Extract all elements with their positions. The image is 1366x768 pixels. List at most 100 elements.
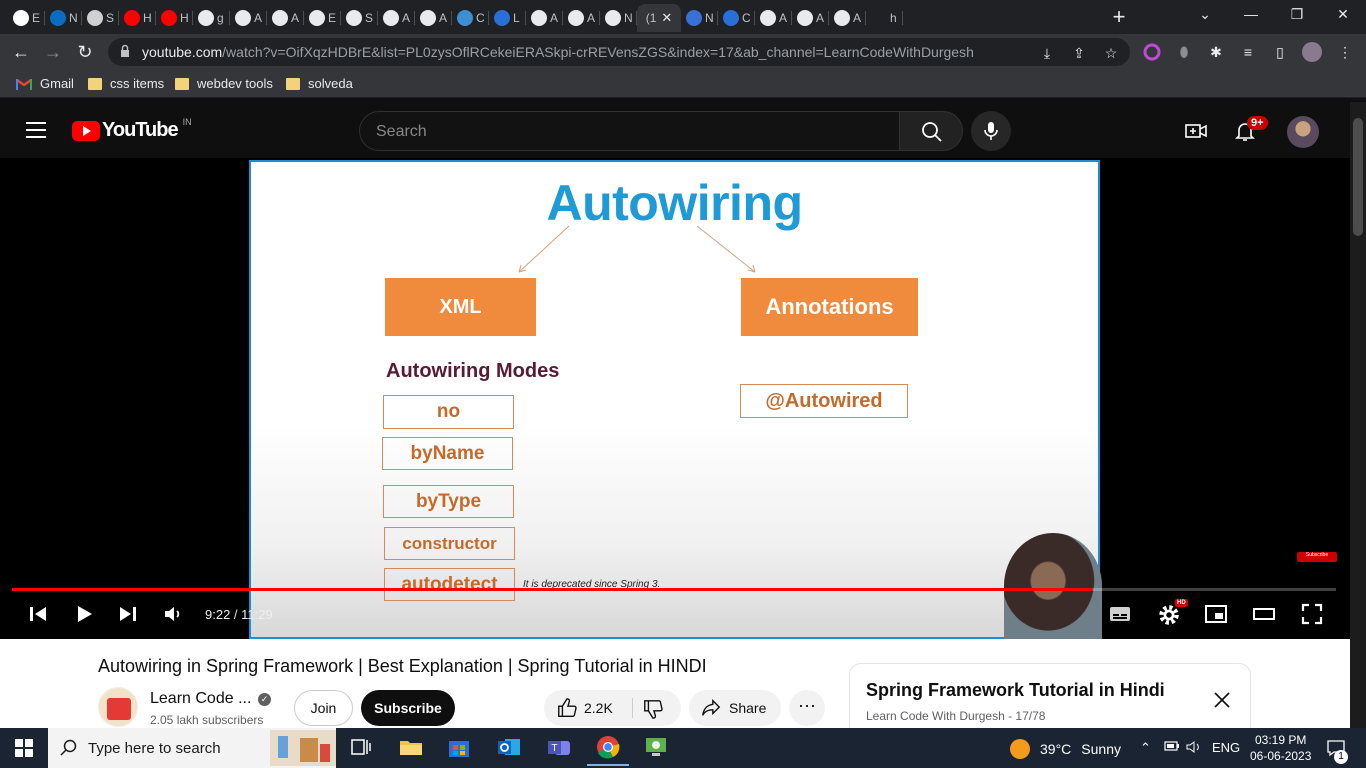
side-panel-icon[interactable]: ▯	[1271, 43, 1289, 61]
play-button[interactable]	[72, 602, 100, 630]
bookmark-webdev-tools[interactable]: webdev tools	[175, 76, 273, 91]
clock[interactable]: 03:19 PM 06-06-2023	[1250, 732, 1311, 764]
channel-avatar[interactable]	[98, 687, 138, 727]
browser-tab[interactable]: A	[230, 4, 267, 32]
subscribe-watermark[interactable]: Subscribe	[1297, 552, 1337, 562]
playlist-title[interactable]: Spring Framework Tutorial in Hindi	[866, 680, 1165, 701]
miniplayer-button[interactable]	[1204, 602, 1232, 630]
browser-tab[interactable]: A	[415, 4, 452, 32]
browser-tab[interactable]: A	[563, 4, 600, 32]
subtitles-button[interactable]	[1108, 602, 1136, 630]
media-queue-icon[interactable]: ≡	[1239, 43, 1257, 61]
tab-title: A	[439, 11, 447, 25]
next-button[interactable]	[116, 602, 144, 630]
back-icon[interactable]: ←	[8, 39, 34, 65]
voice-search-button[interactable]	[971, 111, 1011, 151]
extension-icon[interactable]: ⬮	[1175, 43, 1193, 61]
address-bar[interactable]: youtube.com/watch?v=OifXqzHDBrE&list=PL0…	[108, 38, 1130, 66]
teams-icon[interactable]: T	[546, 734, 572, 760]
browser-tab[interactable]: N	[681, 4, 718, 32]
browser-tab[interactable]: S	[341, 4, 378, 32]
browser-tab[interactable]: h	[866, 4, 903, 32]
install-icon[interactable]: ⤓	[1038, 44, 1056, 62]
reload-icon[interactable]: ↻	[72, 39, 98, 65]
volume-button[interactable]	[162, 602, 190, 630]
page-scrollbar[interactable]	[1350, 102, 1366, 728]
browser-tab[interactable]: N	[600, 4, 637, 32]
search-button[interactable]	[899, 111, 963, 151]
previous-button[interactable]	[26, 602, 54, 630]
tab-search-icon[interactable]: ⌄	[1192, 6, 1218, 26]
bookmark-star-icon[interactable]: ☆	[1102, 44, 1120, 62]
chrome-icon[interactable]	[587, 734, 629, 766]
youtube-logo[interactable]: YouTube IN	[72, 117, 192, 142]
forward-icon[interactable]: →	[40, 39, 66, 65]
browser-tab[interactable]: C	[718, 4, 755, 32]
bookmark-solveda[interactable]: solveda	[286, 76, 353, 91]
video-player[interactable]: Autowiring XML Annotations Autowiring Mo…	[0, 158, 1350, 639]
task-view-icon[interactable]	[348, 734, 374, 760]
dislike-button[interactable]	[642, 698, 664, 725]
battery-icon[interactable]	[1164, 740, 1180, 755]
presenter-webcam	[1004, 533, 1102, 639]
browser-tab[interactable]: S	[82, 4, 119, 32]
fullscreen-button[interactable]	[1300, 602, 1328, 630]
remote-desktop-icon[interactable]	[643, 734, 669, 760]
progress-bar[interactable]	[12, 588, 1336, 591]
share-button[interactable]: Share	[689, 690, 781, 726]
browser-tab[interactable]: N	[45, 4, 82, 32]
bookmark-css-items[interactable]: css items	[88, 76, 164, 91]
join-button[interactable]: Join	[294, 690, 353, 726]
like-button[interactable]	[556, 697, 578, 724]
outlook-icon[interactable]	[496, 734, 522, 760]
browser-tab[interactable]: E	[8, 4, 45, 32]
close-icon[interactable]	[1212, 690, 1232, 710]
profile-avatar[interactable]	[1302, 42, 1322, 62]
color-extension-icon[interactable]	[1143, 43, 1161, 61]
minimize-icon[interactable]: —	[1238, 6, 1264, 26]
language-indicator[interactable]: ENG	[1212, 740, 1240, 755]
browser-tab[interactable]: E	[304, 4, 341, 32]
new-tab-button[interactable]: +	[1106, 5, 1132, 31]
start-button[interactable]	[0, 728, 48, 768]
theater-mode-button[interactable]	[1252, 602, 1280, 630]
tab-title: A	[587, 11, 595, 25]
subscriber-count: 2.05 lakh subscribers	[150, 713, 264, 727]
speaker-icon[interactable]	[1186, 740, 1202, 757]
browser-tab[interactable]: A	[755, 4, 792, 32]
file-explorer-icon[interactable]	[398, 734, 424, 760]
browser-tab[interactable]: H	[119, 4, 156, 32]
mode-no: no	[383, 395, 514, 429]
extensions-puzzle-icon[interactable]: ✱	[1207, 43, 1225, 61]
browser-tab[interactable]: A	[526, 4, 563, 32]
create-video-button[interactable]	[1184, 119, 1208, 143]
hamburger-menu-icon[interactable]	[26, 122, 46, 138]
subscribe-button[interactable]: Subscribe	[361, 690, 455, 726]
user-avatar[interactable]	[1287, 116, 1319, 148]
scrollbar-thumb[interactable]	[1353, 118, 1363, 236]
browser-tab[interactable]: L	[489, 4, 526, 32]
tab-title: E	[328, 11, 336, 25]
microsoft-store-icon[interactable]	[446, 734, 472, 760]
share-page-icon[interactable]: ⇪	[1070, 44, 1088, 62]
chevron-up-icon[interactable]: ⌃	[1140, 740, 1151, 756]
search-input[interactable]	[376, 121, 876, 143]
close-window-icon[interactable]: ✕	[1330, 6, 1356, 26]
browser-tab[interactable]: A	[267, 4, 304, 32]
browser-tab[interactable]: A	[792, 4, 829, 32]
channel-name[interactable]: Learn Code ...	[150, 690, 251, 708]
browser-tab[interactable]: H	[156, 4, 193, 32]
menu-dots-icon[interactable]: ⋮	[1336, 43, 1354, 61]
restore-icon[interactable]: ❐	[1284, 6, 1310, 26]
tab-title: H	[180, 11, 188, 25]
active-browser-tab[interactable]: (1 ✕	[637, 4, 681, 32]
browser-tab[interactable]: A	[829, 4, 866, 32]
bookmark-gmail[interactable]: Gmail	[16, 76, 74, 91]
mode-autodetect: autodetect	[384, 568, 515, 601]
more-actions-icon[interactable]: ⋯	[789, 690, 825, 726]
close-tab-icon[interactable]: ✕	[661, 10, 672, 26]
browser-tab[interactable]: C	[452, 4, 489, 32]
weather-widget[interactable]: 39°C Sunny	[1010, 739, 1121, 759]
browser-tab[interactable]: g	[193, 4, 230, 32]
browser-tab[interactable]: A	[378, 4, 415, 32]
